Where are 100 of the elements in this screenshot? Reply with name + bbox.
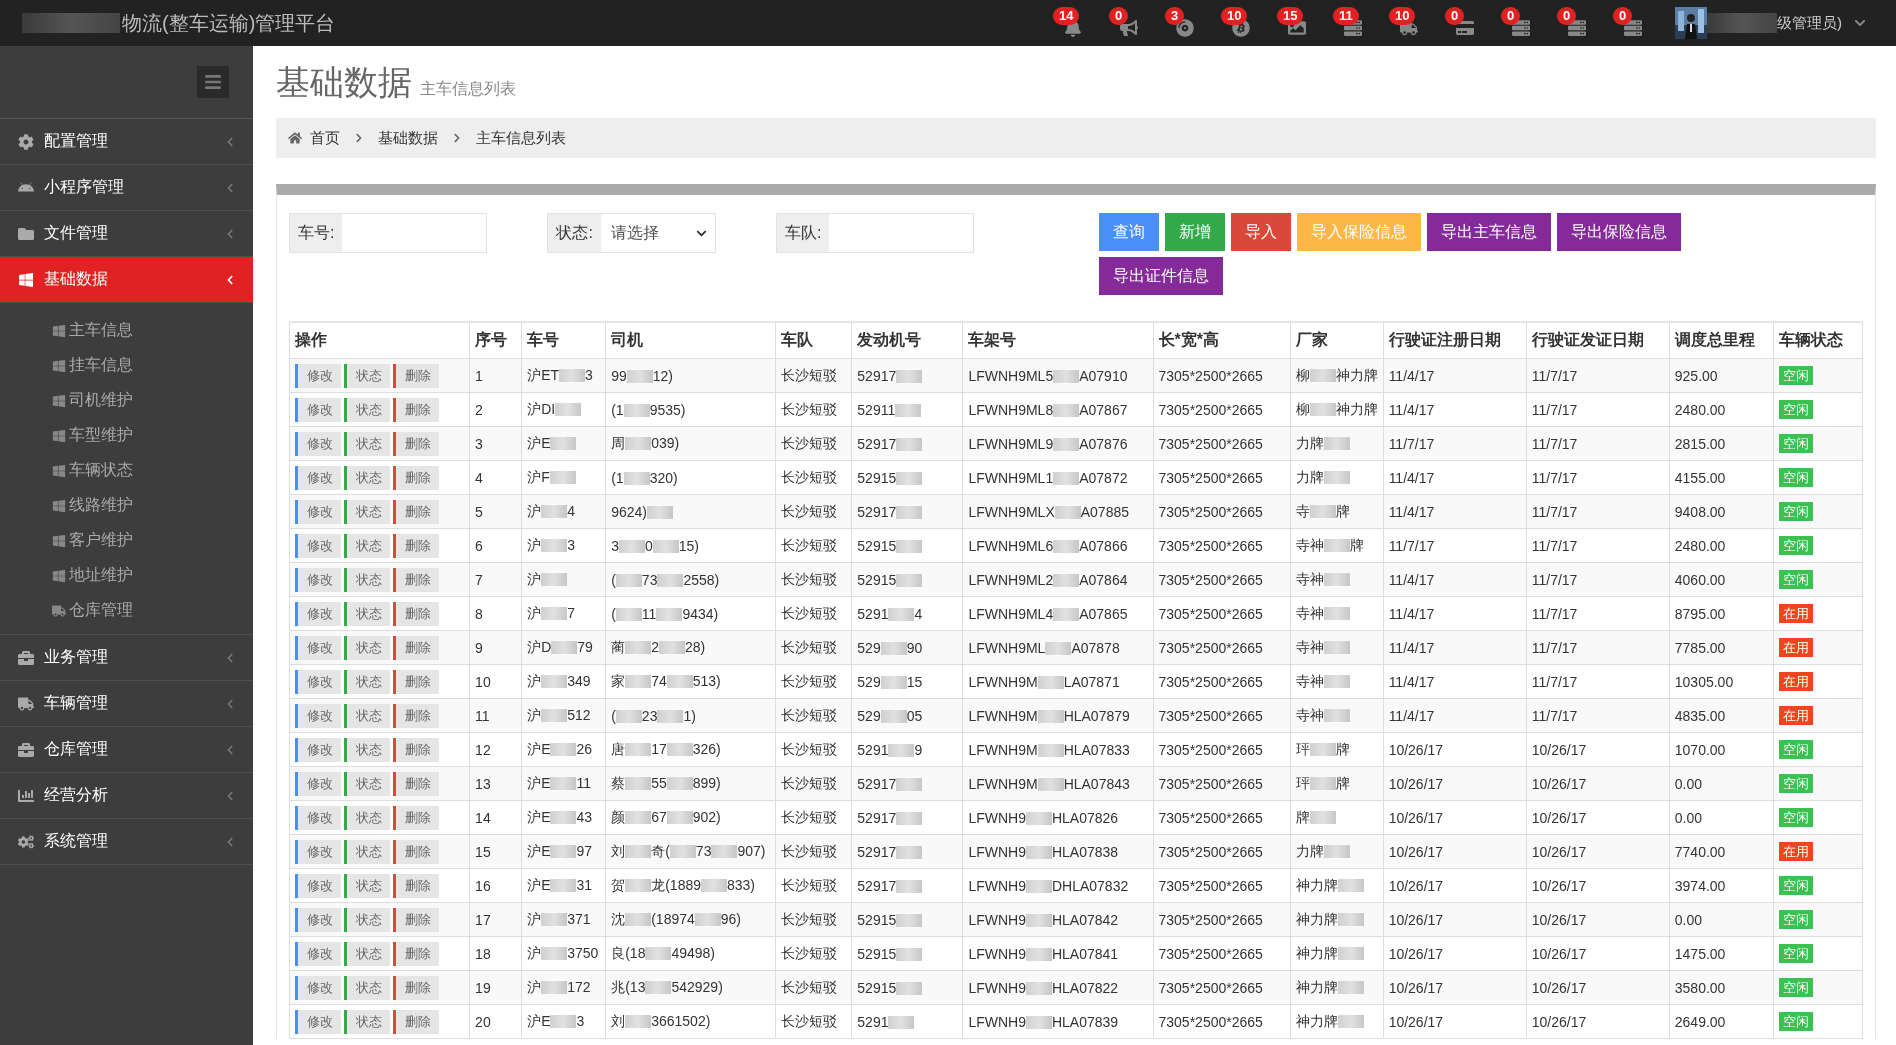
row-action-button[interactable]: 修改 (295, 601, 341, 626)
row-action-button[interactable]: 修改 (295, 635, 341, 660)
row-action-button[interactable]: 删除 (393, 975, 439, 1000)
row-action-button[interactable]: 修改 (295, 567, 341, 592)
breadcrumb-link[interactable]: 首页 (310, 128, 340, 148)
action-button[interactable]: 导入 (1231, 213, 1291, 251)
row-action-button[interactable]: 状态 (344, 669, 390, 694)
action-button[interactable]: 导出证件信息 (1099, 257, 1223, 295)
row-action-button[interactable]: 删除 (393, 839, 439, 864)
sidebar-item[interactable]: 配置管理 (0, 119, 253, 165)
row-action-button[interactable]: 修改 (295, 805, 341, 830)
row-action-button[interactable]: 状态 (344, 635, 390, 660)
notification-button[interactable]: 0 (1605, 0, 1661, 46)
sidebar-item[interactable]: 车辆管理 (0, 681, 253, 727)
row-action-button[interactable]: 删除 (393, 703, 439, 728)
row-action-button[interactable]: 状态 (344, 499, 390, 524)
row-action-button[interactable]: 删除 (393, 907, 439, 932)
caret-icon[interactable] (1854, 17, 1866, 29)
sidebar-subitem[interactable]: 地址维护 (0, 558, 253, 593)
row-action-button[interactable]: 状态 (344, 601, 390, 626)
breadcrumb-link[interactable]: 基础数据 (378, 128, 438, 148)
sidebar-subitem[interactable]: 线路维护 (0, 488, 253, 523)
sidebar-subitem[interactable]: 司机维护 (0, 383, 253, 418)
row-action-button[interactable]: 修改 (295, 431, 341, 456)
action-button[interactable]: 导出保险信息 (1557, 213, 1681, 251)
row-action-button[interactable]: 状态 (344, 567, 390, 592)
sidebar-subitem[interactable]: 客户维护 (0, 523, 253, 558)
row-action-button[interactable]: 修改 (295, 873, 341, 898)
menu-button[interactable] (197, 66, 229, 98)
row-action-button[interactable]: 修改 (295, 499, 341, 524)
row-action-button[interactable]: 状态 (344, 907, 390, 932)
notification-button[interactable]: 10 (1381, 0, 1437, 46)
row-action-button[interactable]: 删除 (393, 1009, 439, 1034)
notification-button[interactable]: 0 (1437, 0, 1493, 46)
row-action-button[interactable]: 状态 (344, 465, 390, 490)
row-action-button[interactable]: 删除 (393, 873, 439, 898)
row-action-button[interactable]: 删除 (393, 397, 439, 422)
sidebar-subitem[interactable]: 仓库管理 (0, 593, 253, 628)
row-action-button[interactable]: 状态 (344, 431, 390, 456)
sidebar-subitem[interactable]: 主车信息 (0, 313, 253, 348)
row-action-button[interactable]: 状态 (344, 1009, 390, 1034)
sidebar-subitem[interactable]: 车辆状态 (0, 453, 253, 488)
row-action-button[interactable]: 状态 (344, 771, 390, 796)
row-action-button[interactable]: 删除 (393, 533, 439, 558)
row-action-button[interactable]: 状态 (344, 839, 390, 864)
row-action-button[interactable]: 删除 (393, 737, 439, 762)
row-action-button[interactable]: 修改 (295, 771, 341, 796)
sidebar-item[interactable]: 仓库管理 (0, 727, 253, 773)
row-action-button[interactable]: 删除 (393, 465, 439, 490)
notification-button[interactable]: 0 (1549, 0, 1605, 46)
action-button[interactable]: 导出主车信息 (1427, 213, 1551, 251)
action-button[interactable]: 查询 (1099, 213, 1159, 251)
row-action-button[interactable]: 状态 (344, 397, 390, 422)
row-action-button[interactable]: 状态 (344, 941, 390, 966)
row-action-button[interactable]: 删除 (393, 601, 439, 626)
row-action-button[interactable]: 修改 (295, 465, 341, 490)
row-action-button[interactable]: 删除 (393, 771, 439, 796)
row-action-button[interactable]: 修改 (295, 397, 341, 422)
row-action-button[interactable]: 修改 (295, 533, 341, 558)
row-action-button[interactable]: 状态 (344, 975, 390, 1000)
row-action-button[interactable]: 状态 (344, 363, 390, 388)
row-action-button[interactable]: 删除 (393, 635, 439, 660)
row-action-button[interactable]: 修改 (295, 941, 341, 966)
row-action-button[interactable]: 删除 (393, 363, 439, 388)
row-action-button[interactable]: 状态 (344, 805, 390, 830)
row-action-button[interactable]: 状态 (344, 533, 390, 558)
row-action-button[interactable]: 删除 (393, 941, 439, 966)
row-action-button[interactable]: 删除 (393, 499, 439, 524)
row-action-button[interactable]: 修改 (295, 1009, 341, 1034)
row-action-button[interactable]: 修改 (295, 975, 341, 1000)
row-action-button[interactable]: 修改 (295, 669, 341, 694)
notification-button[interactable]: 3 (1157, 0, 1213, 46)
notification-button[interactable]: 0 (1101, 0, 1157, 46)
notification-button[interactable]: 0 (1493, 0, 1549, 46)
row-action-button[interactable]: 修改 (295, 839, 341, 864)
row-action-button[interactable]: 修改 (295, 703, 341, 728)
notification-button[interactable]: 11 (1325, 0, 1381, 46)
user-name[interactable]: 级管理员) (1777, 13, 1842, 33)
row-action-button[interactable]: 修改 (295, 907, 341, 932)
sidebar-item[interactable]: 业务管理 (0, 635, 253, 681)
sidebar-item[interactable]: 系统管理 (0, 819, 253, 865)
row-action-button[interactable]: 状态 (344, 737, 390, 762)
row-action-button[interactable]: 修改 (295, 363, 341, 388)
row-action-button[interactable]: 删除 (393, 431, 439, 456)
sidebar-item[interactable]: 小程序管理 (0, 165, 253, 211)
row-action-button[interactable]: 删除 (393, 669, 439, 694)
action-button[interactable]: 新增 (1165, 213, 1225, 251)
sidebar-item[interactable]: 经营分析 (0, 773, 253, 819)
row-action-button[interactable]: 删除 (393, 805, 439, 830)
notification-button[interactable]: 10 (1213, 0, 1269, 46)
sidebar-item[interactable]: 基础数据 (0, 257, 253, 303)
row-action-button[interactable]: 状态 (344, 703, 390, 728)
notification-button[interactable]: 15 (1269, 0, 1325, 46)
row-action-button[interactable]: 删除 (393, 567, 439, 592)
row-action-button[interactable]: 修改 (295, 737, 341, 762)
notification-button[interactable]: 14 (1045, 0, 1101, 46)
row-action-button[interactable]: 状态 (344, 873, 390, 898)
sidebar-subitem[interactable]: 车型维护 (0, 418, 253, 453)
sidebar-subitem[interactable]: 挂车信息 (0, 348, 253, 383)
breadcrumb-link[interactable]: 主车信息列表 (476, 128, 566, 148)
